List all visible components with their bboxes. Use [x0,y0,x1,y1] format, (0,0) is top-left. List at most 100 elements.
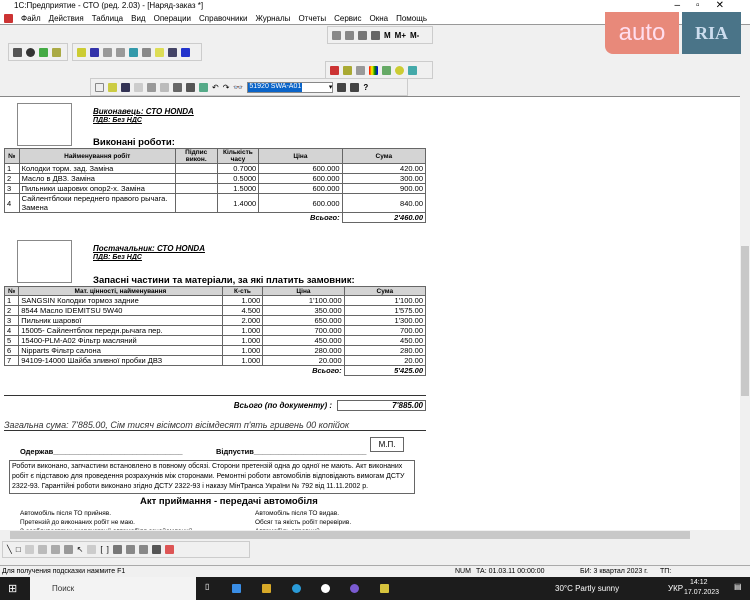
calendar-icon[interactable] [345,30,354,40]
print-icon[interactable] [173,82,182,92]
language[interactable]: УКР [668,584,683,593]
bracket-left-icon[interactable]: [ [100,545,102,554]
scroll-thumb[interactable] [741,246,749,396]
report-icon[interactable] [129,47,138,57]
columns-icon[interactable] [138,545,148,554]
menu-item[interactable]: Таблица [92,14,123,23]
pointer-icon[interactable]: ↖ [77,545,84,554]
horizontal-scrollbar[interactable] [0,530,740,540]
folder-icon[interactable] [155,47,164,57]
clock-date[interactable]: 17.07.2023 [684,589,719,596]
menu-item[interactable]: Операции [154,14,191,23]
line-icon[interactable]: ╲ [7,545,12,554]
menu-item[interactable]: Файл [21,14,41,23]
sheet-icon[interactable] [199,82,208,92]
redo-icon[interactable]: ↷ [223,83,230,92]
store-icon[interactable] [232,584,241,593]
save-icon[interactable] [121,82,130,92]
app-icon [4,13,13,23]
table-icon[interactable] [168,47,177,57]
window-controls[interactable]: –▫✕ [675,0,741,12]
search-box[interactable]: Поиск [30,577,196,600]
m-button[interactable]: M [384,31,391,40]
info-icon[interactable] [395,65,404,75]
menu-item[interactable]: Справочники [199,14,247,23]
window-icon[interactable] [151,545,161,554]
toolbar-memory: M M+ M- [327,26,433,44]
ole-icon[interactable] [50,545,60,554]
tool-icon[interactable] [330,65,339,75]
doc-icon[interactable] [13,47,22,57]
zoom-icon[interactable] [408,65,417,75]
folder-icon[interactable] [52,47,61,57]
undo-icon[interactable]: ↶ [212,83,219,92]
edge-icon[interactable] [292,584,301,593]
open-file-icon[interactable] [108,82,117,92]
binoculars-icon[interactable]: 👓 [233,83,243,92]
new-icon[interactable] [95,82,104,92]
car-icon[interactable] [181,47,190,57]
flag-icon[interactable] [358,30,367,40]
paste-icon[interactable] [160,82,169,92]
windows-start-icon[interactable]: ⊞ [8,582,17,595]
table-cell: 4 [3,325,20,336]
preview-icon[interactable] [186,82,195,92]
open-icon[interactable] [77,47,86,57]
chart-icon[interactable] [63,545,73,554]
notification-icon[interactable]: ▤ [734,582,742,591]
menu-item[interactable]: Вид [131,14,145,23]
toolbar-1 [8,43,68,61]
calc-icon[interactable] [332,30,341,40]
grid-icon[interactable] [125,545,135,554]
menu-item[interactable]: Действия [49,14,84,23]
group-icon[interactable] [87,545,97,554]
menu-item[interactable]: Журналы [255,14,290,23]
clock-time[interactable]: 14:12 [690,579,708,586]
divider [4,395,426,396]
text-icon[interactable] [24,545,34,554]
rect-icon[interactable]: □ [16,545,21,554]
explorer-icon[interactable] [262,584,271,593]
1c-icon[interactable] [380,584,389,593]
chrome-icon[interactable] [321,584,330,593]
vertical-scrollbar[interactable] [740,96,750,530]
minus-icon[interactable] [116,47,125,57]
bracket-right-icon[interactable]: ] [107,545,109,554]
map-icon[interactable] [382,65,391,75]
people-icon[interactable] [343,65,352,75]
book-icon[interactable] [371,30,380,40]
plus-icon[interactable] [103,47,112,57]
search-combobox[interactable]: 51920 SWA-A01 ▾ [247,81,334,93]
form-icon[interactable] [356,65,365,75]
m-minus-button[interactable]: M- [410,31,419,40]
align-icon[interactable] [112,545,122,554]
menu-item[interactable]: Окна [370,14,389,23]
find-prev-icon[interactable] [350,82,360,92]
viber-icon[interactable] [350,584,359,593]
delete-icon[interactable] [164,545,174,554]
help-button[interactable]: ? [363,83,368,92]
column-header: Ціна [258,148,343,164]
task-view-icon[interactable]: ▯ [205,582,209,591]
menu-item[interactable]: Помощь [396,14,427,23]
globe-icon[interactable] [26,47,35,57]
list-icon[interactable] [142,47,151,57]
grid-icon[interactable] [39,47,48,57]
notice-text: Роботи виконано, запчастини встановлено … [9,460,415,494]
m-plus-button[interactable]: M+ [395,31,406,40]
cut-icon[interactable] [134,82,143,92]
menu-item[interactable]: Сервис [334,14,361,23]
rainbow-icon[interactable] [369,65,378,75]
search-value: 51920 SWA-A01 [248,82,303,92]
menu-item[interactable]: Отчеты [298,14,326,23]
chevron-down-icon[interactable]: ▾ [329,83,333,92]
weather[interactable]: 30°C Partly sunny [555,584,619,593]
column-header: Підпис викон. [174,148,218,164]
table-cell: 20.00 [343,355,427,366]
copy-icon[interactable] [147,82,156,92]
scroll-thumb[interactable] [10,531,690,539]
find-next-icon[interactable] [337,82,347,92]
picture-icon[interactable] [37,545,47,554]
cube-icon[interactable] [90,47,99,57]
received-signature: Одержав_______________________________ [20,447,183,456]
